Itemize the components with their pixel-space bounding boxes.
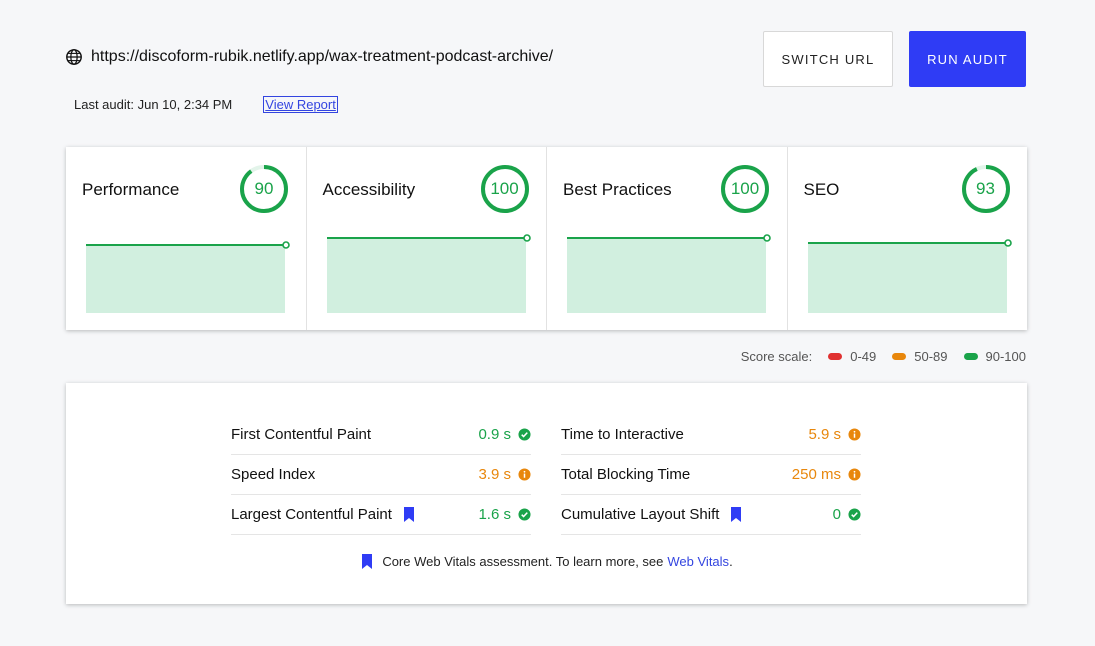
score-trend-chart <box>567 234 771 313</box>
score-trend-chart <box>86 241 290 313</box>
bookmark-icon <box>403 507 414 522</box>
metric-name-wrap: First Contentful Paint <box>231 426 478 443</box>
metric-name-wrap: Largest Contentful Paint <box>231 506 478 523</box>
metric-row: Total Blocking Time 250 ms <box>561 455 861 495</box>
view-report-link[interactable]: View Report <box>263 96 338 113</box>
metric-value-wrap: 0.9 s <box>478 426 531 443</box>
scale-label: Score scale: <box>740 349 813 364</box>
metric-value-wrap: 5.9 s <box>808 426 861 443</box>
metric-value: 0 <box>832 506 841 523</box>
metric-row: Time to Interactive 5.9 s <box>561 415 861 455</box>
metric-value-wrap: 3.9 s <box>478 466 531 483</box>
metric-name-wrap: Cumulative Layout Shift <box>561 506 833 523</box>
bookmark-icon <box>362 554 373 569</box>
footnote-text: Core Web Vitals assessment. To learn mor… <box>382 554 664 569</box>
run-audit-button[interactable]: RUN AUDIT <box>909 31 1026 87</box>
site-url: https://discoform-rubik.netlify.app/wax-… <box>91 48 554 65</box>
score-card-seo[interactable]: SEO 93 <box>788 147 1028 330</box>
core-web-vitals-footnote: Core Web Vitals assessment. To learn mor… <box>66 553 1027 570</box>
score-cards: Performance 90 Accessibility 100 Best Pr… <box>66 147 1027 330</box>
audit-row: Last audit: Jun 10, 2:34 PM View Report <box>74 96 338 113</box>
score-value: 100 <box>490 179 519 198</box>
bad-range-swatch <box>828 353 843 360</box>
score-card-accessibility[interactable]: Accessibility 100 <box>307 147 547 330</box>
web-vitals-link[interactable]: Web Vitals <box>667 554 729 569</box>
good-range-swatch <box>963 353 978 360</box>
metric-name-wrap: Speed Index <box>231 466 478 483</box>
metric-row: Speed Index 3.9 s <box>231 455 531 495</box>
bad-range-label: 0-49 <box>850 349 877 364</box>
metric-row: Largest Contentful Paint 1.6 s <box>231 495 531 535</box>
switch-url-button[interactable]: SWITCH URL <box>763 31 893 87</box>
info-circle-icon <box>518 468 531 481</box>
info-circle-icon <box>848 428 861 441</box>
last-audit-text: Last audit: Jun 10, 2:34 PM <box>74 97 233 112</box>
metric-name: Cumulative Layout Shift <box>561 506 720 523</box>
metric-value-wrap: 0 <box>833 506 861 523</box>
metric-name-wrap: Total Blocking Time <box>561 466 792 483</box>
metric-name: First Contentful Paint <box>231 426 372 443</box>
check-circle-icon <box>518 428 531 441</box>
info-circle-icon <box>848 468 861 481</box>
metric-value: 0.9 s <box>478 426 511 443</box>
score-scale-legend: Score scale: 0-49 50-89 90-100 <box>741 349 1026 364</box>
metric-value-wrap: 1.6 s <box>478 506 531 523</box>
card-title: Performance <box>82 180 180 199</box>
metric-name: Time to Interactive <box>561 426 684 443</box>
globe-icon <box>66 49 82 65</box>
metric-name: Speed Index <box>231 466 316 483</box>
score-trend-chart <box>807 239 1012 313</box>
metric-name: Largest Contentful Paint <box>231 506 392 523</box>
score-card-performance[interactable]: Performance 90 <box>66 147 307 330</box>
score-card-best-practices[interactable]: Best Practices 100 <box>547 147 788 330</box>
mid-range-label: 50-89 <box>914 349 948 364</box>
metric-value-wrap: 250 ms <box>792 466 861 483</box>
card-title: SEO <box>803 180 840 199</box>
check-circle-icon <box>518 508 531 521</box>
metric-value: 250 ms <box>791 466 841 483</box>
score-value: 100 <box>730 179 760 198</box>
score-trend-chart <box>326 234 531 313</box>
metric-value: 1.6 s <box>478 506 511 523</box>
metric-name-wrap: Time to Interactive <box>561 426 808 443</box>
url-row: https://discoform-rubik.netlify.app/wax-… <box>65 48 553 66</box>
mid-range-swatch <box>892 353 907 360</box>
metric-value: 5.9 s <box>808 426 841 443</box>
metrics-panel: First Contentful Paint 0.9 s Time to Inter… <box>66 383 1027 604</box>
metric-row: First Contentful Paint 0.9 s <box>231 415 531 455</box>
metric-value: 3.9 s <box>478 466 511 483</box>
score-value: 93 <box>976 179 995 198</box>
check-circle-icon <box>848 508 861 521</box>
card-title: Accessibility <box>322 180 416 199</box>
footnote-end: . <box>729 554 733 569</box>
card-title: Best Practices <box>563 180 672 199</box>
bookmark-icon <box>731 507 742 522</box>
metric-name: Total Blocking Time <box>561 466 691 483</box>
metric-row: Cumulative Layout Shift 0 <box>561 495 861 535</box>
score-value: 90 <box>254 179 274 198</box>
good-range-label: 90-100 <box>985 349 1026 364</box>
